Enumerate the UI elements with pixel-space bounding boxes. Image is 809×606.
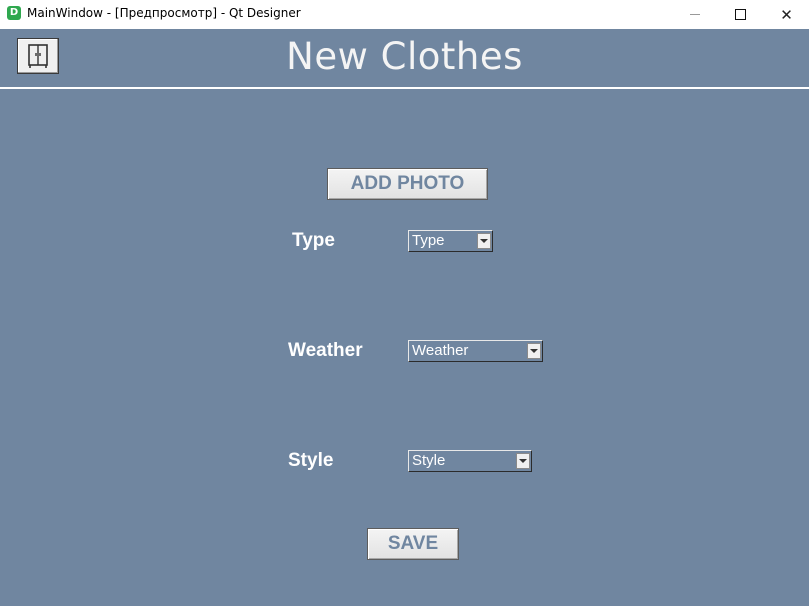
style-dropdown-button[interactable]: [516, 453, 530, 469]
minimize-button[interactable]: [672, 0, 717, 29]
main-window-content: New Clothes ADD PHOTO Type Type Weather …: [0, 29, 809, 606]
weather-combobox[interactable]: Weather: [408, 340, 543, 362]
qt-designer-app-icon: D: [7, 6, 21, 20]
chevron-down-icon: [480, 239, 488, 243]
maximize-icon: [735, 9, 746, 20]
weather-dropdown-button[interactable]: [527, 343, 541, 359]
style-combobox[interactable]: Style: [408, 450, 532, 472]
maximize-button[interactable]: [718, 0, 763, 29]
type-label: Type: [292, 230, 335, 251]
header-divider: [0, 87, 809, 89]
minimize-icon: [689, 14, 700, 15]
chevron-down-icon: [519, 459, 527, 463]
type-combobox[interactable]: Type: [408, 230, 493, 252]
close-icon: ✕: [780, 5, 793, 24]
style-label: Style: [288, 450, 334, 471]
add-photo-button[interactable]: ADD PHOTO: [327, 168, 488, 200]
style-combobox-value: Style: [412, 452, 446, 469]
weather-label: Weather: [288, 340, 363, 361]
chevron-down-icon: [530, 349, 538, 353]
type-dropdown-button[interactable]: [477, 233, 491, 249]
close-button[interactable]: ✕: [764, 0, 809, 29]
window-titlebar[interactable]: D MainWindow - [Предпросмотр] - Qt Desig…: [0, 0, 809, 29]
window-title: MainWindow - [Предпросмотр] - Qt Designe…: [27, 6, 301, 20]
save-button[interactable]: SAVE: [367, 528, 459, 560]
weather-combobox-value: Weather: [412, 342, 469, 359]
page-title: New Clothes: [286, 35, 523, 78]
type-combobox-value: Type: [412, 232, 445, 249]
